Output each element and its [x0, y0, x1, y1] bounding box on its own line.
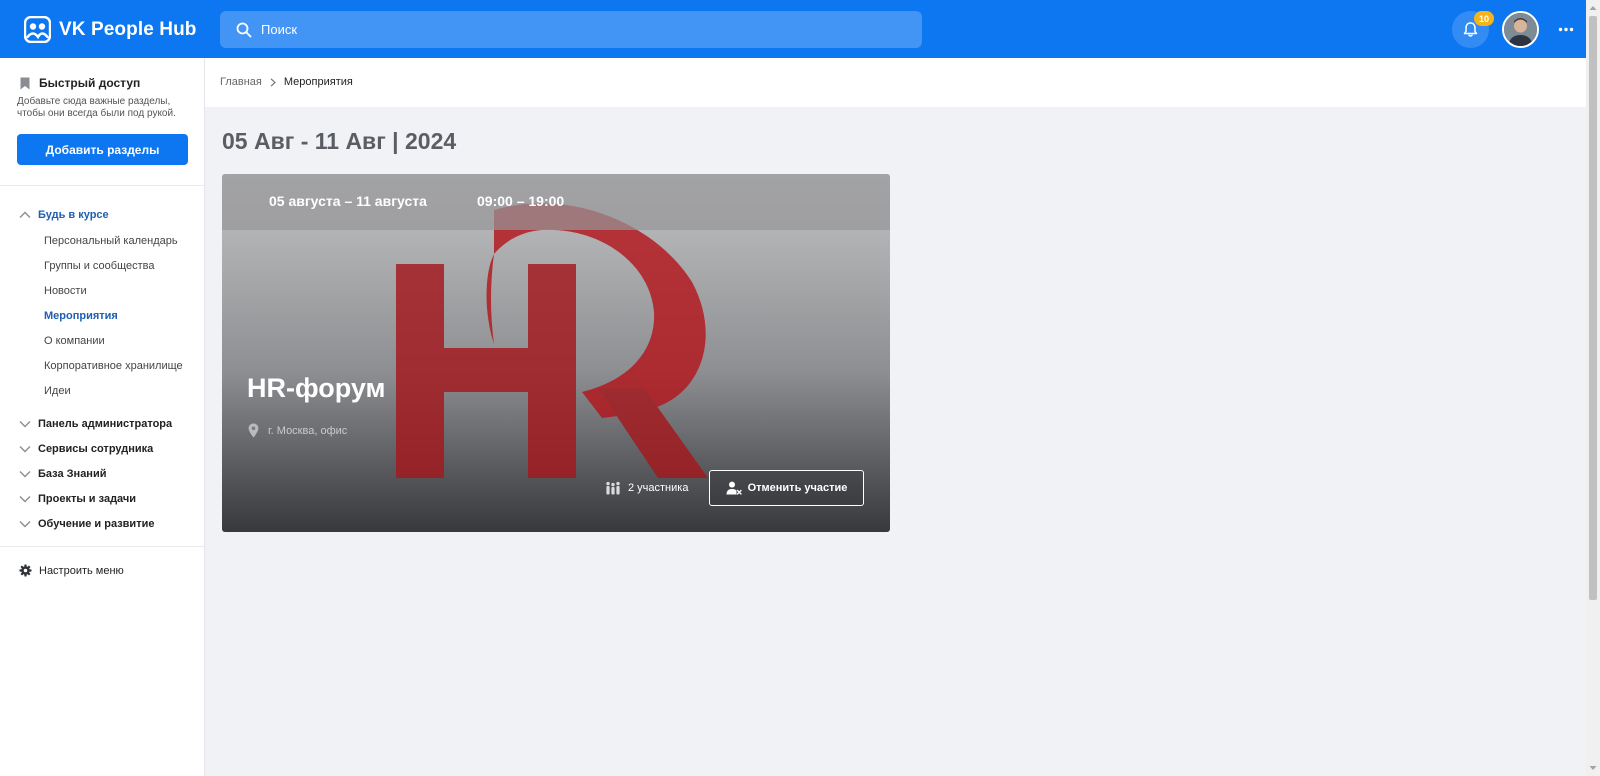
event-time: 09:00 – 19:00	[477, 193, 565, 209]
search-icon	[236, 22, 252, 37]
chevron-up-icon	[19, 211, 31, 218]
event-card[interactable]: 05 августа – 11 августа 09:00 – 19:00 HR…	[222, 174, 890, 532]
sidebar: Быстрый доступ Добавьте сюда важные разд…	[0, 58, 205, 776]
event-location-text: г. Москва, офис	[268, 424, 348, 437]
sidebar-group-admin-panel[interactable]: Панель администратора	[19, 418, 172, 430]
breadcrumb-bar: Главная Мероприятия	[205, 58, 1586, 107]
setup-menu-link[interactable]: Настроить меню	[19, 564, 124, 577]
page-scrollbar[interactable]	[1586, 0, 1600, 776]
event-participants-count: 2 участника	[628, 482, 689, 494]
chevron-right-icon	[270, 77, 276, 87]
top-bar: VK People Hub 10	[0, 0, 1600, 58]
scroll-up-arrow-icon[interactable]	[1589, 4, 1597, 12]
event-location: г. Москва, офис	[248, 423, 347, 438]
sidebar-group-label: Сервисы сотрудника	[38, 443, 154, 455]
avatar-photo	[1504, 13, 1537, 46]
chevron-down-icon	[19, 446, 31, 453]
sidebar-item-corporate-storage[interactable]: Корпоративное хранилище	[44, 360, 183, 372]
scrollbar-thumb[interactable]	[1589, 16, 1597, 600]
setup-menu-label: Настроить меню	[39, 564, 124, 577]
chevron-down-icon	[19, 496, 31, 503]
sidebar-divider	[0, 546, 204, 547]
event-participants[interactable]: 2 участника	[605, 481, 688, 495]
sidebar-group-stay-informed[interactable]: Будь в курсе	[19, 209, 109, 221]
sidebar-group-label: Обучение и развитие	[38, 518, 155, 530]
sidebar-divider	[0, 185, 204, 186]
sidebar-item-events[interactable]: Мероприятия	[44, 310, 118, 322]
sidebar-group-knowledge-base[interactable]: База Знаний	[19, 468, 106, 480]
cancel-participation-button[interactable]: Отменить участие	[709, 470, 864, 506]
chevron-down-icon	[19, 521, 31, 528]
scroll-down-arrow-icon[interactable]	[1589, 764, 1597, 772]
breadcrumb-current: Мероприятия	[283, 76, 353, 88]
more-icon	[1558, 27, 1574, 31]
app-title: VK People Hub	[59, 18, 197, 40]
sidebar-item-about-company[interactable]: О компании	[44, 335, 105, 347]
sidebar-group-label: База Знаний	[38, 468, 107, 480]
sidebar-item-ideas[interactable]: Идеи	[44, 385, 71, 397]
user-avatar[interactable]	[1502, 11, 1539, 48]
sidebar-item-news[interactable]: Новости	[44, 285, 87, 297]
search-bar[interactable]	[220, 11, 922, 48]
sidebar-group-label: Проекты и задачи	[38, 493, 137, 505]
event-dates: 05 августа – 11 августа	[269, 193, 427, 209]
user-remove-icon	[726, 481, 742, 495]
breadcrumb-home-link[interactable]: Главная	[220, 76, 262, 88]
brand[interactable]: VK People Hub	[24, 16, 196, 43]
quick-access-header: Быстрый доступ	[20, 76, 140, 90]
notification-count-badge: 10	[1474, 11, 1494, 26]
participants-icon	[606, 481, 620, 495]
sidebar-group-projects-tasks[interactable]: Проекты и задачи	[19, 493, 136, 505]
search-input[interactable]	[261, 22, 861, 37]
quick-access-title: Быстрый доступ	[39, 76, 141, 90]
bookmark-icon	[20, 77, 30, 89]
more-button[interactable]	[1556, 19, 1576, 39]
sidebar-group-label: Будь в курсе	[38, 209, 109, 221]
quick-access-description: Добавьте сюда важные разделы, чтобы они …	[17, 96, 176, 119]
add-sections-button[interactable]: Добавить разделы	[17, 134, 188, 165]
cancel-participation-label: Отменить участие	[747, 482, 848, 494]
sidebar-group-learning[interactable]: Обучение и развитие	[19, 518, 154, 530]
location-pin-icon	[248, 423, 259, 438]
sidebar-item-groups[interactable]: Группы и сообщества	[44, 260, 155, 272]
gear-icon	[19, 564, 32, 577]
chevron-down-icon	[19, 471, 31, 478]
sidebar-item-personal-calendar[interactable]: Персональный календарь	[44, 235, 178, 247]
people-hub-logo-icon	[24, 16, 51, 43]
sidebar-group-employee-services[interactable]: Сервисы сотрудника	[19, 443, 153, 455]
week-title: 05 Авг - 11 Авг | 2024	[222, 128, 457, 154]
breadcrumb: Главная Мероприятия	[220, 76, 353, 88]
sidebar-group-label: Панель администратора	[38, 418, 173, 430]
event-title[interactable]: HR-форум	[247, 373, 386, 404]
chevron-down-icon	[19, 421, 31, 428]
